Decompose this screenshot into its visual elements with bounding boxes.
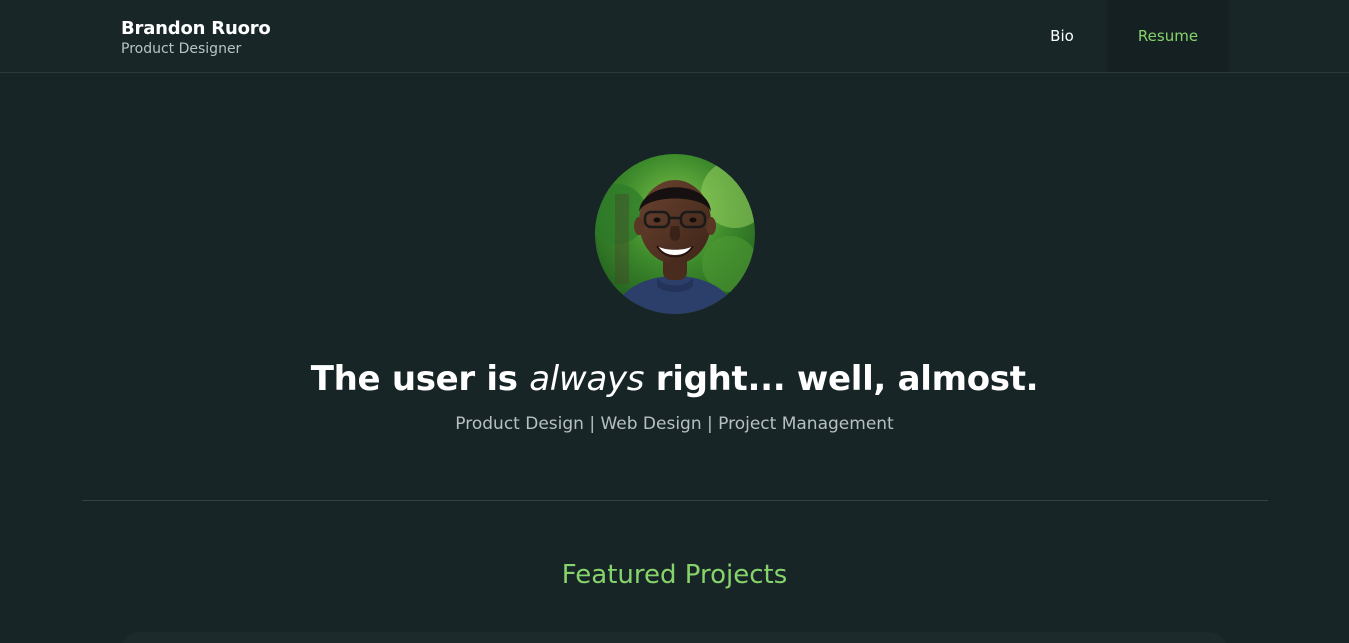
- portfolio-page: Brandon Ruoro Product Designer Bio Resum…: [0, 0, 1349, 643]
- featured-projects-title: Featured Projects: [561, 560, 788, 590]
- headline-start: The user is: [310, 359, 530, 399]
- profile-photo-icon: [595, 154, 755, 314]
- brand-role: Product Designer: [121, 41, 242, 57]
- site-header: Brandon Ruoro Product Designer Bio Resum…: [0, 0, 1349, 73]
- hero-headline: The user is always right... well, almost…: [0, 356, 1349, 402]
- project-card[interactable]: [120, 632, 1228, 643]
- brand-name: Brandon Ruoro: [121, 18, 271, 39]
- headline-emphasis: always: [529, 359, 645, 399]
- nav-resume-link[interactable]: Resume: [1107, 0, 1229, 72]
- main-nav: Bio Resume: [1017, 0, 1229, 72]
- nav-bio-link[interactable]: Bio: [1017, 0, 1107, 72]
- headline-end: right... well, almost.: [644, 359, 1039, 399]
- profile-avatar: [595, 154, 755, 314]
- brand[interactable]: Brandon Ruoro Product Designer: [121, 18, 271, 58]
- section-divider: [82, 500, 1268, 501]
- hero-tagline: Product Design | Web Design | Project Ma…: [455, 414, 894, 434]
